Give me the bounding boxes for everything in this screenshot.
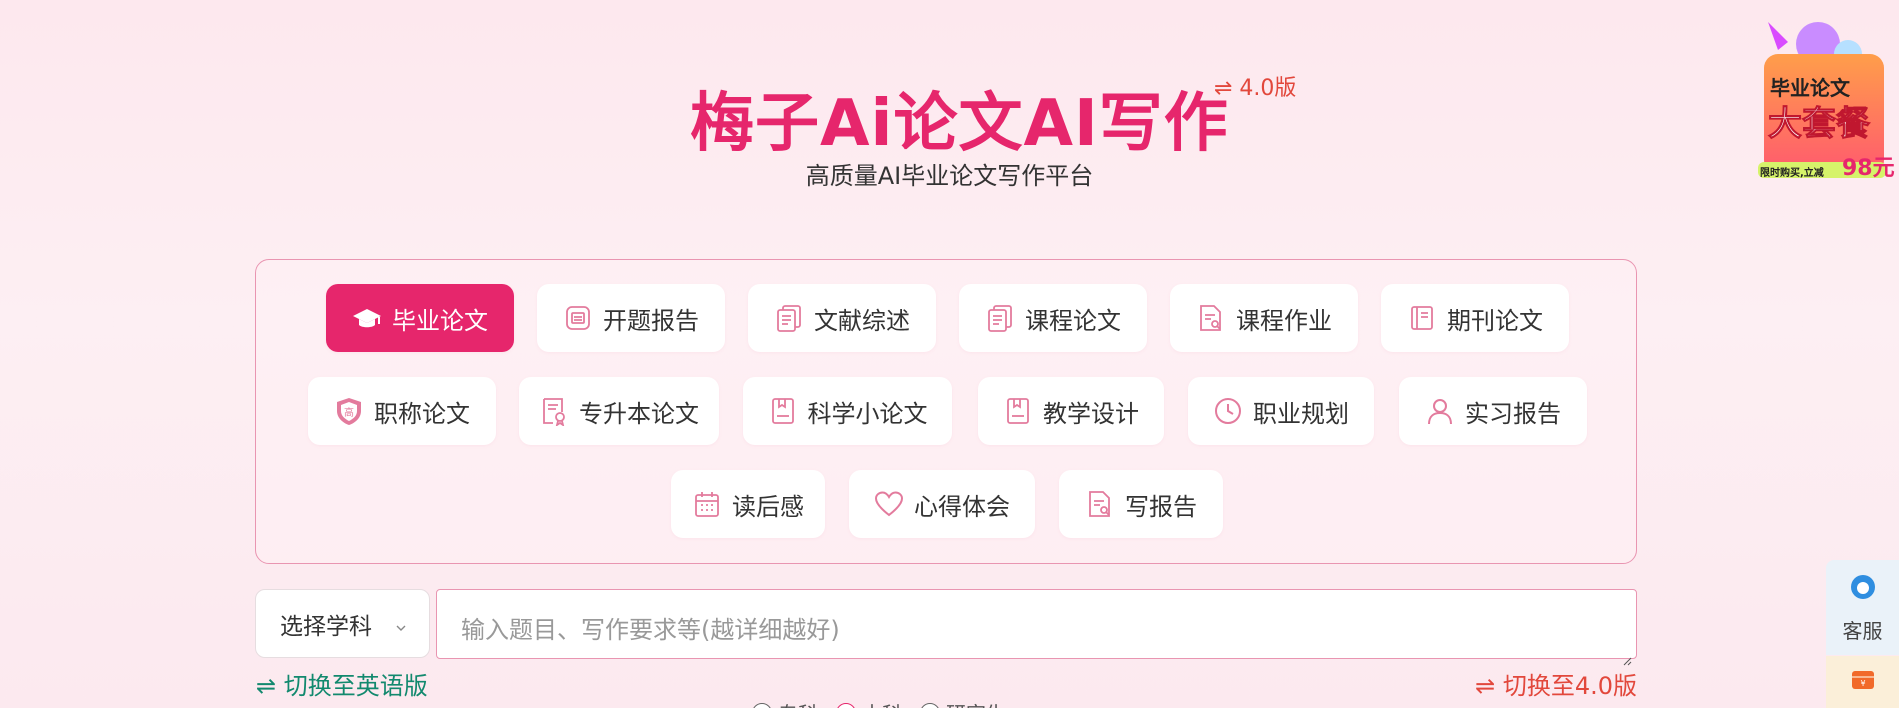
book-icon bbox=[1003, 396, 1033, 426]
category-proposal-report[interactable]: 开题报告 bbox=[537, 284, 725, 352]
category-upgrade-paper[interactable]: 专升本论文 bbox=[519, 377, 719, 445]
promo-line2: 大套餐 bbox=[1768, 104, 1871, 145]
book-icon bbox=[768, 396, 798, 426]
category-internship-report[interactable]: 实习报告 bbox=[1399, 377, 1587, 445]
clock-icon bbox=[1213, 396, 1243, 426]
documents-icon bbox=[985, 303, 1015, 333]
category-literature-review[interactable]: 文献综述 bbox=[748, 284, 936, 352]
promo-line3: 限时购买,立减 bbox=[1760, 168, 1824, 179]
category-career-planning[interactable]: 职业规划 bbox=[1188, 377, 1374, 445]
category-reflection[interactable]: 心得体会 bbox=[849, 470, 1035, 538]
category-panel: 毕业论文 开题报告 文献综述 课程论文 课程作业 期刊论文 高 职称论文 专升本… bbox=[255, 259, 1637, 564]
radio-graduate[interactable]: 研究生 bbox=[920, 698, 1006, 708]
document-search-icon bbox=[1196, 303, 1226, 333]
category-course-paper[interactable]: 课程论文 bbox=[959, 284, 1147, 352]
category-teaching-design[interactable]: 教学设计 bbox=[978, 377, 1164, 445]
degree-radio-group: 专科 本科 研究生 bbox=[752, 698, 1006, 708]
page-subtitle: 高质量AI毕业论文写作平台 bbox=[805, 162, 1094, 190]
calendar-icon bbox=[692, 489, 722, 519]
svg-text:高: 高 bbox=[344, 406, 354, 419]
report-icon bbox=[563, 303, 593, 333]
customer-service-label: 客服 bbox=[1842, 618, 1883, 643]
category-write-report[interactable]: 写报告 bbox=[1059, 470, 1223, 538]
category-title-paper[interactable]: 高 职称论文 bbox=[308, 377, 496, 445]
switch-v4-link[interactable]: ⇌ 切换至4.0版 bbox=[1475, 666, 1637, 701]
user-icon bbox=[1425, 396, 1455, 426]
svg-text:¥: ¥ bbox=[1860, 679, 1865, 688]
topic-input-placeholder: 输入题目、写作要求等(越详细越好) bbox=[461, 616, 840, 644]
coupon-icon: ¥ bbox=[1849, 666, 1877, 698]
graduation-cap-icon bbox=[352, 303, 382, 333]
subject-select-label: 选择学科 bbox=[280, 613, 372, 640]
category-course-homework[interactable]: 课程作业 bbox=[1170, 284, 1358, 352]
certificate-icon bbox=[539, 396, 569, 426]
topic-input[interactable]: 输入题目、写作要求等(越详细越好) bbox=[436, 589, 1637, 666]
page-title: 梅子Ai论文AI写作 bbox=[690, 87, 1229, 161]
category-graduation-thesis[interactable]: 毕业论文 bbox=[326, 284, 514, 352]
version-switch-link[interactable]: ⇌ 4.0版 bbox=[1214, 70, 1296, 102]
category-journal-paper[interactable]: 期刊论文 bbox=[1381, 284, 1569, 352]
category-science-essay[interactable]: 科学小论文 bbox=[743, 377, 952, 445]
radio-junior-college[interactable]: 专科 bbox=[752, 698, 818, 708]
document-search-icon bbox=[1085, 489, 1115, 519]
documents-icon bbox=[774, 303, 804, 333]
category-book-review[interactable]: 读后感 bbox=[671, 470, 825, 538]
promo-banner[interactable]: 毕业论文 大套餐 限时购买,立减 98元 bbox=[1748, 14, 1895, 181]
coupon-button[interactable]: ¥ bbox=[1826, 656, 1899, 708]
heart-icon bbox=[874, 489, 904, 519]
customer-service-button[interactable]: 客服 bbox=[1826, 560, 1899, 655]
promo-price: 98元 bbox=[1842, 156, 1895, 181]
radio-undergraduate[interactable]: 本科 bbox=[836, 698, 902, 708]
resize-handle-icon[interactable] bbox=[1622, 644, 1632, 666]
chevron-down-icon bbox=[395, 614, 407, 631]
subject-select[interactable]: 选择学科 bbox=[255, 589, 430, 658]
shield-badge-icon: 高 bbox=[334, 396, 364, 426]
journal-icon bbox=[1407, 303, 1437, 333]
switch-english-link[interactable]: ⇌ 切换至英语版 bbox=[256, 666, 428, 701]
headset-icon bbox=[1846, 572, 1880, 611]
